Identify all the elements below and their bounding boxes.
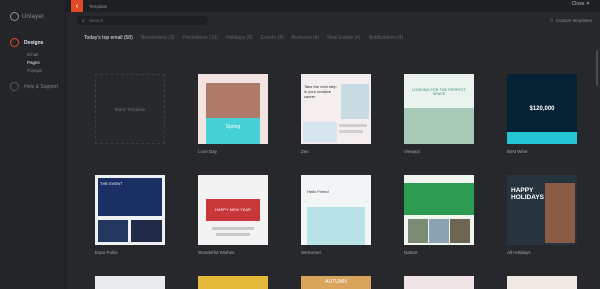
template-thumbnail <box>404 183 474 215</box>
logo-icon <box>10 12 19 21</box>
template-card-partial[interactable] <box>95 276 165 289</box>
tab-category[interactable]: Business (4) <box>291 35 319 41</box>
holidays-title: HAPPY HOLIDAYS <box>511 187 544 202</box>
template-thumbnail <box>545 183 575 243</box>
app-window: Unlayer Designs Email Pages Popups Help … <box>0 0 600 289</box>
spring-label: Spring <box>225 124 241 130</box>
brand-name: Unlayer <box>22 13 45 20</box>
template-card-zen[interactable]: Take the next step in your creative care… <box>301 74 371 144</box>
template-name: Welcomer <box>301 250 322 255</box>
help-icon <box>10 82 19 91</box>
template-name: Best Wine <box>507 149 528 154</box>
tab-category[interactable]: Promotions (10) <box>182 35 218 41</box>
tab-category[interactable]: Real Estate (4) <box>327 35 360 41</box>
custom-templates-link[interactable]: ▯ Custom templates <box>550 17 592 23</box>
tab-category[interactable]: Holidays (8) <box>226 35 253 41</box>
expo-title: THE EVENT <box>100 181 123 186</box>
sidebar-item-designs[interactable]: Designs <box>10 38 43 47</box>
tab-category[interactable]: Newsletters (3) <box>141 35 175 41</box>
template-card-all-holidays[interactable]: HAPPY HOLIDAYS <box>507 175 577 245</box>
welcomer-title: Hello Friend <box>307 189 329 194</box>
file-icon: ▯ <box>550 17 553 22</box>
template-thumbnail <box>303 122 337 142</box>
template-name: Viewpol <box>404 149 420 154</box>
template-thumbnail <box>206 118 260 144</box>
template-thumbnail <box>408 219 428 243</box>
template-card-love-day[interactable]: Spring <box>198 74 268 144</box>
back-button[interactable]: ‹ <box>71 0 83 12</box>
tab-category-top[interactable]: Today's top email (58) <box>84 35 133 41</box>
sidebar-subitem-popups[interactable]: Popups <box>27 68 42 73</box>
tab-category[interactable]: Events (4) <box>261 35 284 41</box>
blank-template-label: Blank Template <box>114 106 146 112</box>
close-button[interactable]: Close ✕ <box>572 1 590 7</box>
template-name: Wonderful Wishes <box>198 250 235 255</box>
template-thumbnail <box>404 108 474 144</box>
text-line <box>212 227 254 230</box>
template-card-welcomer[interactable]: Hello Friend <box>301 175 371 245</box>
template-card-nature[interactable] <box>404 175 474 245</box>
template-card-partial[interactable] <box>507 276 577 289</box>
sidebar-subitem-pages[interactable]: Pages <box>27 60 40 65</box>
template-name: All Holidays <box>507 250 531 255</box>
search-input[interactable]: ⌕ Search <box>76 16 208 25</box>
category-tabs: Today's top email (58) Newsletters (3) P… <box>84 35 403 41</box>
template-thumbnail <box>131 220 162 242</box>
search-icon: ⌕ <box>82 17 85 24</box>
sidebar-item-label: Help & Support <box>24 83 58 90</box>
top-title: Template <box>89 3 108 9</box>
sidebar-item-label: Designs <box>24 39 44 46</box>
template-card-best-wine[interactable]: $120,000 <box>507 74 577 144</box>
template-card-partial[interactable] <box>198 276 268 289</box>
zen-heading: Take the next step in your creative care… <box>304 84 337 100</box>
wishes-title: HAPPY NEW YEAR <box>215 207 251 212</box>
scrollbar[interactable] <box>596 50 598 86</box>
text-line <box>216 233 250 236</box>
designs-icon <box>10 38 19 47</box>
sidebar: Unlayer Designs Email Pages Popups Help … <box>0 0 66 289</box>
sidebar-subitem-email[interactable]: Email <box>27 52 38 57</box>
viewpol-heading: LOOKING FOR THE PERFECT SPACE <box>412 88 466 96</box>
template-thumbnail <box>98 220 128 242</box>
template-card-expo-pulse[interactable]: THE EVENT <box>95 175 165 245</box>
autumn-label: AUTUMN <box>325 279 347 285</box>
template-thumbnail <box>307 207 365 245</box>
custom-templates-label: Custom templates <box>555 17 592 23</box>
template-name: Zen <box>301 149 309 154</box>
template-card-partial[interactable] <box>404 276 474 289</box>
template-name: Nature <box>404 250 418 255</box>
template-thumbnail <box>450 219 470 243</box>
text-line <box>339 124 367 127</box>
template-card-partial[interactable]: AUTUMN <box>301 276 371 289</box>
template-thumbnail <box>341 84 369 119</box>
template-card-blank[interactable]: Blank Template <box>95 74 165 144</box>
tab-category[interactable]: Notifications (4) <box>369 35 404 41</box>
wine-price: $120,000 <box>529 106 555 112</box>
template-card-wonderful-wishes[interactable]: HAPPY NEW YEAR <box>198 175 268 245</box>
sidebar-item-help[interactable]: Help & Support <box>10 82 58 91</box>
template-thumbnail <box>206 83 260 118</box>
template-card-viewpol[interactable]: LOOKING FOR THE PERFECT SPACE <box>404 74 474 144</box>
template-thumbnail <box>429 219 449 243</box>
search-placeholder: Search <box>88 18 104 23</box>
template-name: Love Day <box>198 149 218 154</box>
top-bar: ‹ Template Close ✕ <box>66 0 600 12</box>
template-thumbnail <box>507 132 577 144</box>
template-name: Expo Pulse <box>95 250 118 255</box>
brand: Unlayer <box>10 12 44 21</box>
text-line <box>339 130 363 133</box>
